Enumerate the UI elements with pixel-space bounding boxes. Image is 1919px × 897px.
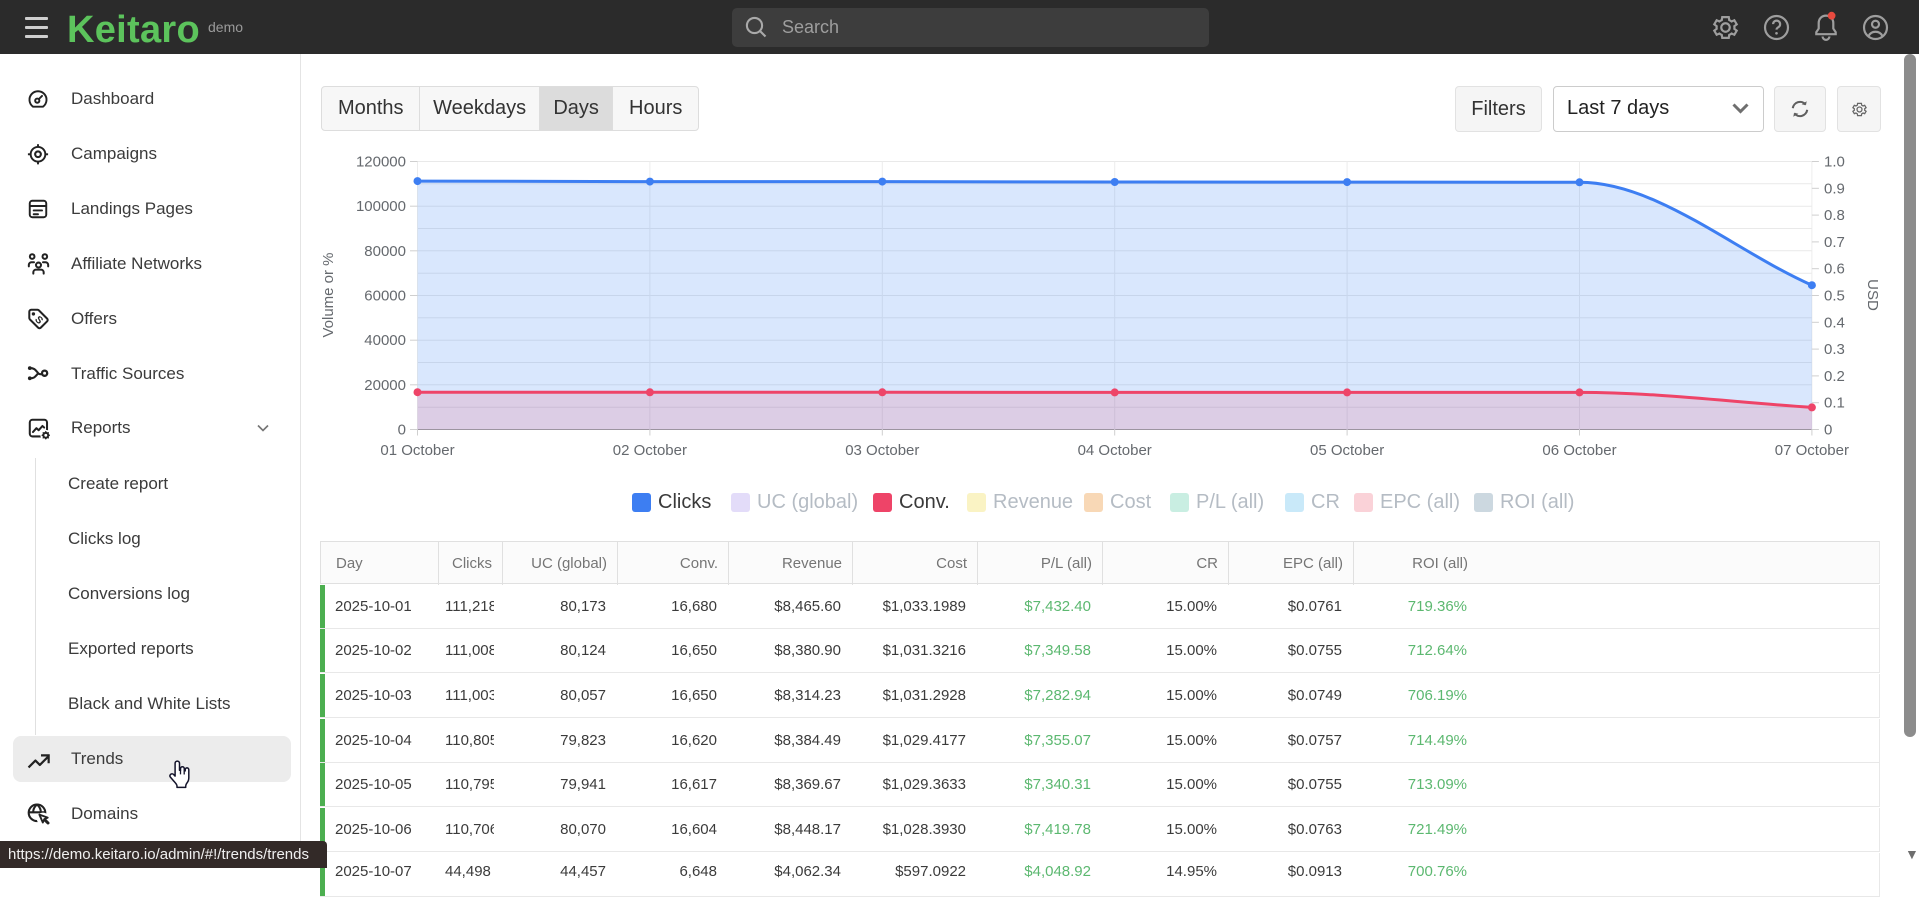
svg-text:USD: USD — [1864, 279, 1881, 311]
svg-text:0.4: 0.4 — [1824, 314, 1845, 331]
svg-text:1.0: 1.0 — [1824, 154, 1845, 171]
svg-text:02 October: 02 October — [613, 442, 687, 459]
svg-text:0.3: 0.3 — [1824, 341, 1845, 358]
svg-text:20000: 20000 — [364, 377, 406, 394]
svg-text:0.9: 0.9 — [1824, 180, 1845, 197]
svg-text:40000: 40000 — [364, 332, 406, 349]
svg-text:01 October: 01 October — [380, 442, 454, 459]
svg-text:04 October: 04 October — [1078, 442, 1152, 459]
svg-text:0.8: 0.8 — [1824, 207, 1845, 224]
svg-text:06 October: 06 October — [1542, 442, 1616, 459]
svg-text:60000: 60000 — [364, 288, 406, 305]
svg-text:0: 0 — [1824, 422, 1832, 439]
svg-text:80000: 80000 — [364, 243, 406, 260]
svg-text:0.2: 0.2 — [1824, 368, 1845, 385]
svg-text:0.7: 0.7 — [1824, 234, 1845, 251]
svg-text:05 October: 05 October — [1310, 442, 1384, 459]
svg-text:07 October: 07 October — [1775, 442, 1849, 459]
svg-text:0.6: 0.6 — [1824, 261, 1845, 278]
svg-text:0.1: 0.1 — [1824, 395, 1845, 412]
svg-text:120000: 120000 — [356, 154, 406, 171]
svg-text:03 October: 03 October — [845, 442, 919, 459]
svg-text:0: 0 — [398, 422, 406, 439]
svg-text:100000: 100000 — [356, 198, 406, 215]
svg-text:0.5: 0.5 — [1824, 288, 1845, 305]
svg-text:Volume or %: Volume or % — [320, 252, 337, 337]
